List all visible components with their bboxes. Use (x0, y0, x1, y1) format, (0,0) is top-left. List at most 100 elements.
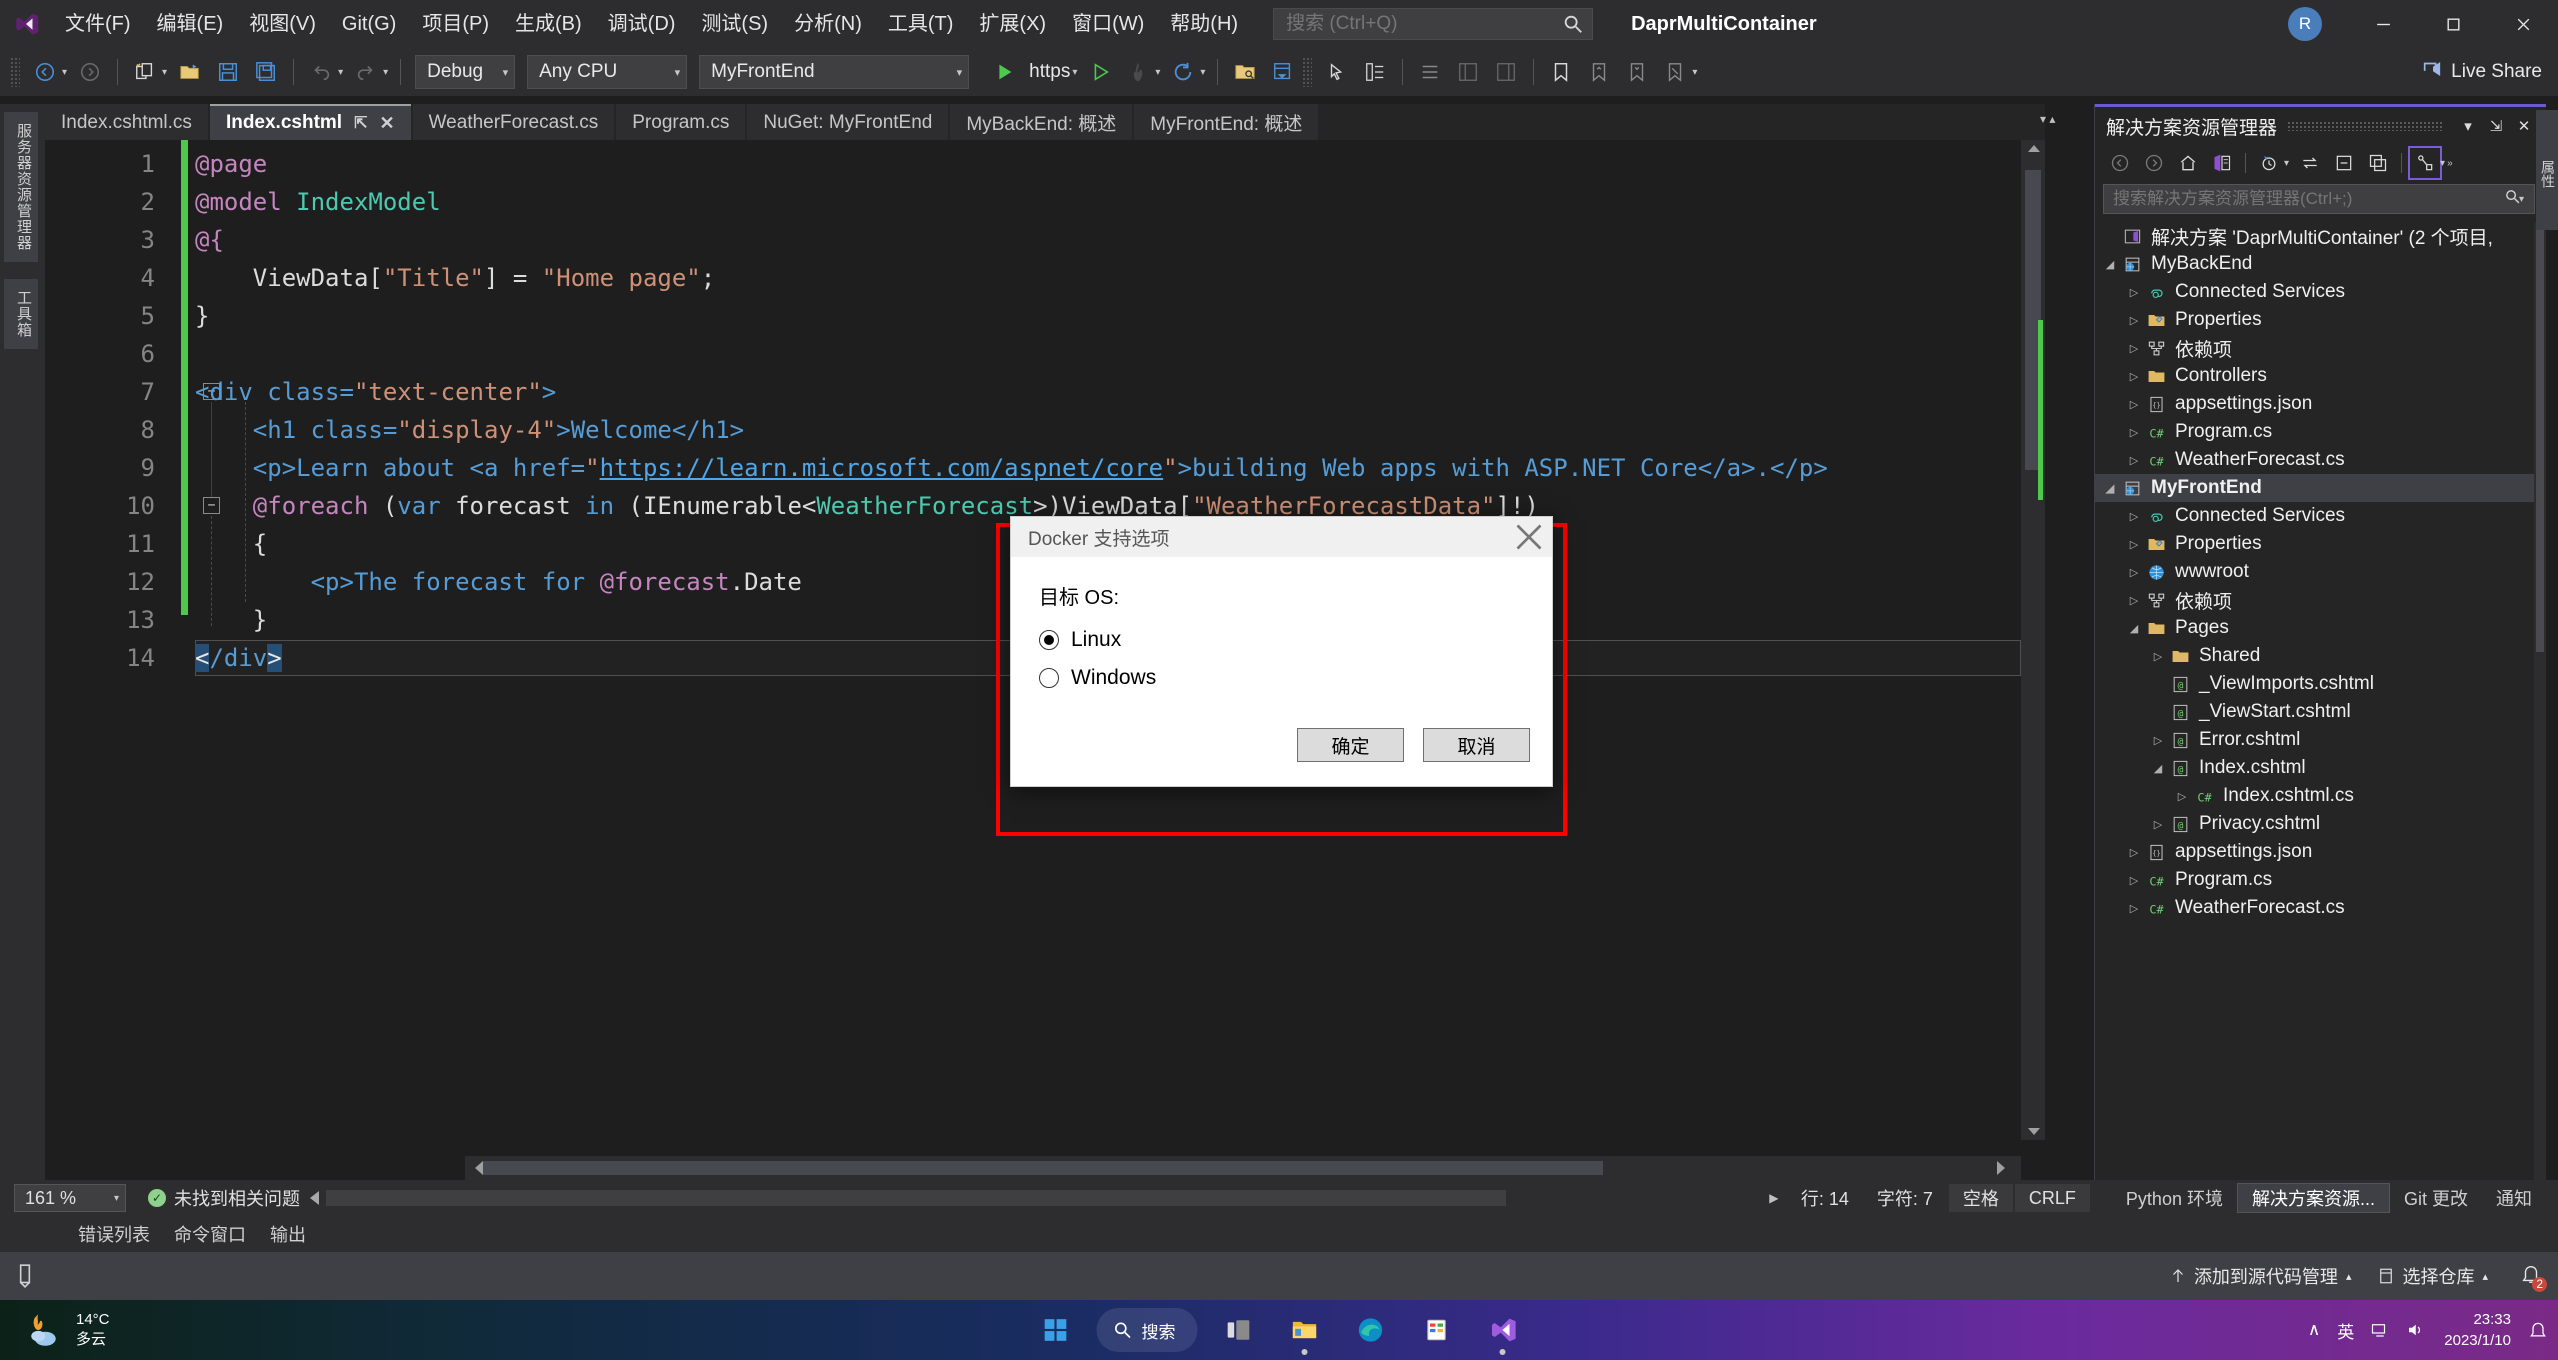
tree-node[interactable]: ▷ @ Error.cshtml (2095, 726, 2534, 754)
bookmark-clear-icon[interactable] (1658, 55, 1692, 89)
ok-button[interactable]: 确定 (1297, 728, 1404, 762)
quick-search-box[interactable] (1273, 8, 1594, 40)
twisty-collapsed-icon[interactable]: ▷ (2125, 874, 2143, 887)
pending-changes-icon[interactable] (2254, 148, 2284, 178)
startup-project-dropdown[interactable]: MyFrontEnd ▾ (699, 55, 970, 89)
tree-node[interactable]: ▷ C# WeatherForecast.cs (2095, 894, 2534, 922)
tool-tab-toolbox[interactable]: 工具箱 (4, 279, 38, 349)
menu-analyze[interactable]: 分析(N) (781, 0, 875, 48)
twisty-collapsed-icon[interactable]: ▷ (2125, 286, 2143, 299)
solution-explorer-search-box[interactable]: ▾ (2103, 184, 2535, 214)
live-visual-tree-icon[interactable] (1358, 55, 1392, 89)
tab-index-cshtml-cs[interactable]: Index.cshtml.cs (45, 104, 208, 140)
save-icon[interactable] (211, 55, 245, 89)
maximize-button[interactable] (2418, 0, 2488, 48)
select-repository-button[interactable]: 选择仓库 ▴ (2377, 1263, 2488, 1289)
navigate-back-icon[interactable] (28, 55, 62, 89)
status-pane-solution-explorer[interactable]: 解决方案资源... (2236, 1183, 2390, 1213)
show-all-files-icon[interactable] (2363, 148, 2393, 178)
tree-node[interactable]: ▷ @ Privacy.cshtml (2095, 810, 2534, 838)
tool-tab-server-explorer[interactable]: 服务器资源管理器 (4, 112, 38, 262)
pending-changes-dropdown-icon[interactable]: ▾ (2284, 158, 2289, 169)
columns-icon[interactable] (1489, 55, 1523, 89)
toolbar-grip-2[interactable] (1302, 57, 1313, 87)
tab-index-cshtml[interactable]: Index.cshtml ⇱ ✕ (209, 104, 411, 140)
twisty-collapsed-icon[interactable]: ▷ (2125, 398, 2143, 411)
scroll-left-icon[interactable] (475, 1161, 483, 1175)
twisty-collapsed-icon[interactable]: ▷ (2125, 902, 2143, 915)
run-profile-dropdown-icon[interactable]: ▾ (1072, 67, 1077, 78)
new-project-dropdown-icon[interactable]: ▾ (162, 67, 167, 78)
menu-file[interactable]: 文件(F) (52, 0, 144, 48)
notification-center-icon[interactable] (2528, 1320, 2548, 1340)
taskbar-search-button[interactable]: 搜索 (1096, 1308, 1198, 1352)
radio-button-linux[interactable] (1039, 630, 1059, 650)
taskbar-clock[interactable]: 23:33 2023/1/10 (2444, 1309, 2511, 1351)
twisty-collapsed-icon[interactable]: ▷ (2173, 790, 2191, 803)
volume-icon[interactable] (2406, 1321, 2424, 1339)
new-project-icon[interactable] (128, 55, 162, 89)
menu-test[interactable]: 测试(S) (688, 0, 781, 48)
tree-node[interactable]: ◢ MyBackEnd (2095, 250, 2534, 278)
undo-icon[interactable] (304, 55, 338, 89)
tree-node[interactable]: ▷ C# Index.cshtml.cs (2095, 782, 2534, 810)
scroll-down-icon[interactable] (2028, 1128, 2040, 1135)
tree-node[interactable]: ◢ Pages (2095, 614, 2534, 642)
bookmark-next-icon[interactable] (1620, 55, 1654, 89)
notifications-button[interactable]: 2 (2514, 1259, 2548, 1293)
twisty-expanded-icon[interactable]: ◢ (2125, 622, 2143, 635)
menu-tools[interactable]: 工具(T) (875, 0, 967, 48)
cancel-button[interactable]: 取消 (1423, 728, 1530, 762)
navigate-back-dropdown-icon[interactable]: ▾ (62, 67, 67, 78)
menu-build[interactable]: 生成(B) (502, 0, 595, 48)
tray-expand-icon[interactable]: ∧ (2308, 1320, 2320, 1340)
menu-debug[interactable]: 调试(D) (595, 0, 689, 48)
solution-explorer-scrollbar[interactable] (2534, 222, 2546, 1184)
bottom-tab-command-window[interactable]: 命令窗口 (174, 1221, 246, 1247)
preview-changes-icon[interactable] (1266, 55, 1300, 89)
radio-button-windows[interactable] (1039, 668, 1059, 688)
search-options-dropdown-icon[interactable]: ▾ (2519, 194, 2524, 205)
code-link[interactable]: https://learn.microsoft.com/aspnet/core (600, 454, 1164, 482)
select-element-icon[interactable] (1320, 55, 1354, 89)
solution-configuration-dropdown[interactable]: Debug ▾ (415, 55, 516, 89)
tree-node[interactable]: ▷ C# Program.cs (2095, 418, 2534, 446)
menu-extensions[interactable]: 扩展(X) (966, 0, 1059, 48)
add-to-source-control-button[interactable]: 添加到源代码管理 ▴ (2169, 1263, 2351, 1289)
close-icon[interactable]: ✕ (380, 113, 395, 134)
undo-dropdown-icon[interactable]: ▾ (338, 67, 343, 78)
status-pane-python-environments[interactable]: Python 环境 (2112, 1183, 2237, 1213)
menu-edit[interactable]: 编辑(E) (144, 0, 237, 48)
back-icon[interactable] (2105, 148, 2135, 178)
live-share-button[interactable]: Live Share (2421, 58, 2542, 86)
menu-view[interactable]: 视图(V) (236, 0, 329, 48)
toolbar-grip[interactable] (10, 57, 20, 87)
list-icon[interactable] (1413, 55, 1447, 89)
status-scroll-strip[interactable] (310, 1190, 1506, 1206)
visual-studio-icon[interactable] (1476, 1303, 1530, 1357)
close-button[interactable] (2488, 0, 2558, 48)
network-icon[interactable] (2371, 1321, 2389, 1339)
scroll-thumb[interactable] (2536, 222, 2544, 652)
twisty-collapsed-icon[interactable]: ▷ (2149, 650, 2167, 663)
editor-horizontal-scrollbar[interactable] (465, 1156, 2021, 1180)
panel-drag-handle[interactable] (2287, 121, 2444, 131)
file-explorer-icon[interactable] (1278, 1303, 1332, 1357)
twisty-expanded-icon[interactable]: ◢ (2101, 258, 2119, 271)
scroll-up-icon[interactable] (2028, 145, 2040, 152)
twisty-collapsed-icon[interactable]: ▷ (2125, 510, 2143, 523)
open-file-icon[interactable] (173, 55, 207, 89)
scroll-thumb-horizontal[interactable] (483, 1161, 1603, 1175)
twisty-collapsed-icon[interactable]: ▷ (2149, 734, 2167, 747)
account-avatar[interactable]: R (2288, 7, 2322, 41)
properties-view-dropdown-icon[interactable]: ▾ (2440, 158, 2445, 169)
refresh-icon[interactable] (1166, 55, 1200, 89)
tree-node[interactable]: ▷ Connected Services (2095, 278, 2534, 306)
twisty-collapsed-icon[interactable]: ▷ (2125, 538, 2143, 551)
search-solution-icon[interactable] (1228, 55, 1262, 89)
quick-search-input[interactable] (1286, 13, 1563, 35)
solution-platform-dropdown[interactable]: Any CPU ▾ (527, 55, 688, 89)
tree-node[interactable]: ▷ 依赖项 (2095, 586, 2534, 614)
twisty-collapsed-icon[interactable]: ▷ (2125, 594, 2143, 607)
scroll-right-icon[interactable] (1997, 1161, 2005, 1175)
